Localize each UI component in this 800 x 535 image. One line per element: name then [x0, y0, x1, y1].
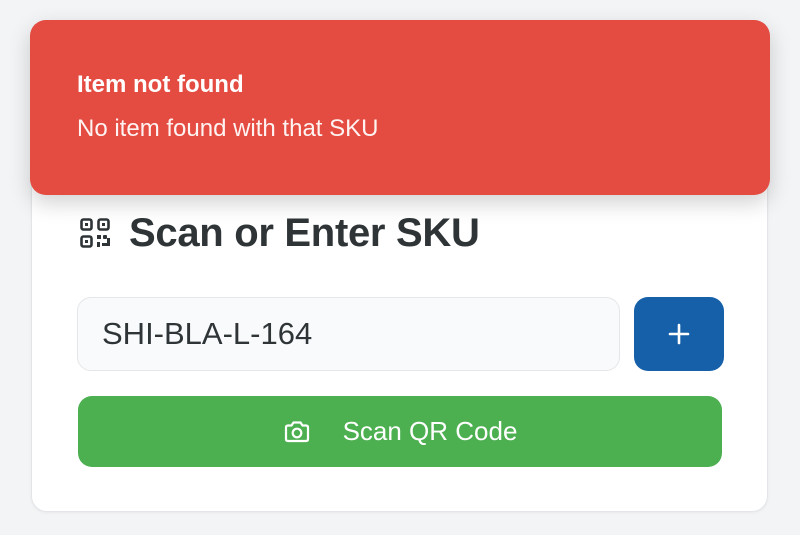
scan-qr-button[interactable]: Scan QR Code — [78, 396, 722, 467]
toast-title: Item not found — [77, 71, 244, 98]
scan-qr-label: Scan QR Code — [342, 416, 518, 446]
add-sku-button[interactable] — [634, 297, 724, 371]
card-title: Scan or Enter SKU — [129, 210, 480, 255]
qr-code-icon — [79, 217, 111, 249]
sku-input[interactable] — [77, 297, 620, 371]
camera-icon — [283, 420, 311, 444]
card-heading: Scan or Enter SKU — [79, 207, 480, 259]
plus-icon — [668, 323, 690, 345]
toast-message: No item found with that SKU — [77, 115, 379, 142]
error-toast[interactable]: Item not found No item found with that S… — [30, 20, 770, 195]
